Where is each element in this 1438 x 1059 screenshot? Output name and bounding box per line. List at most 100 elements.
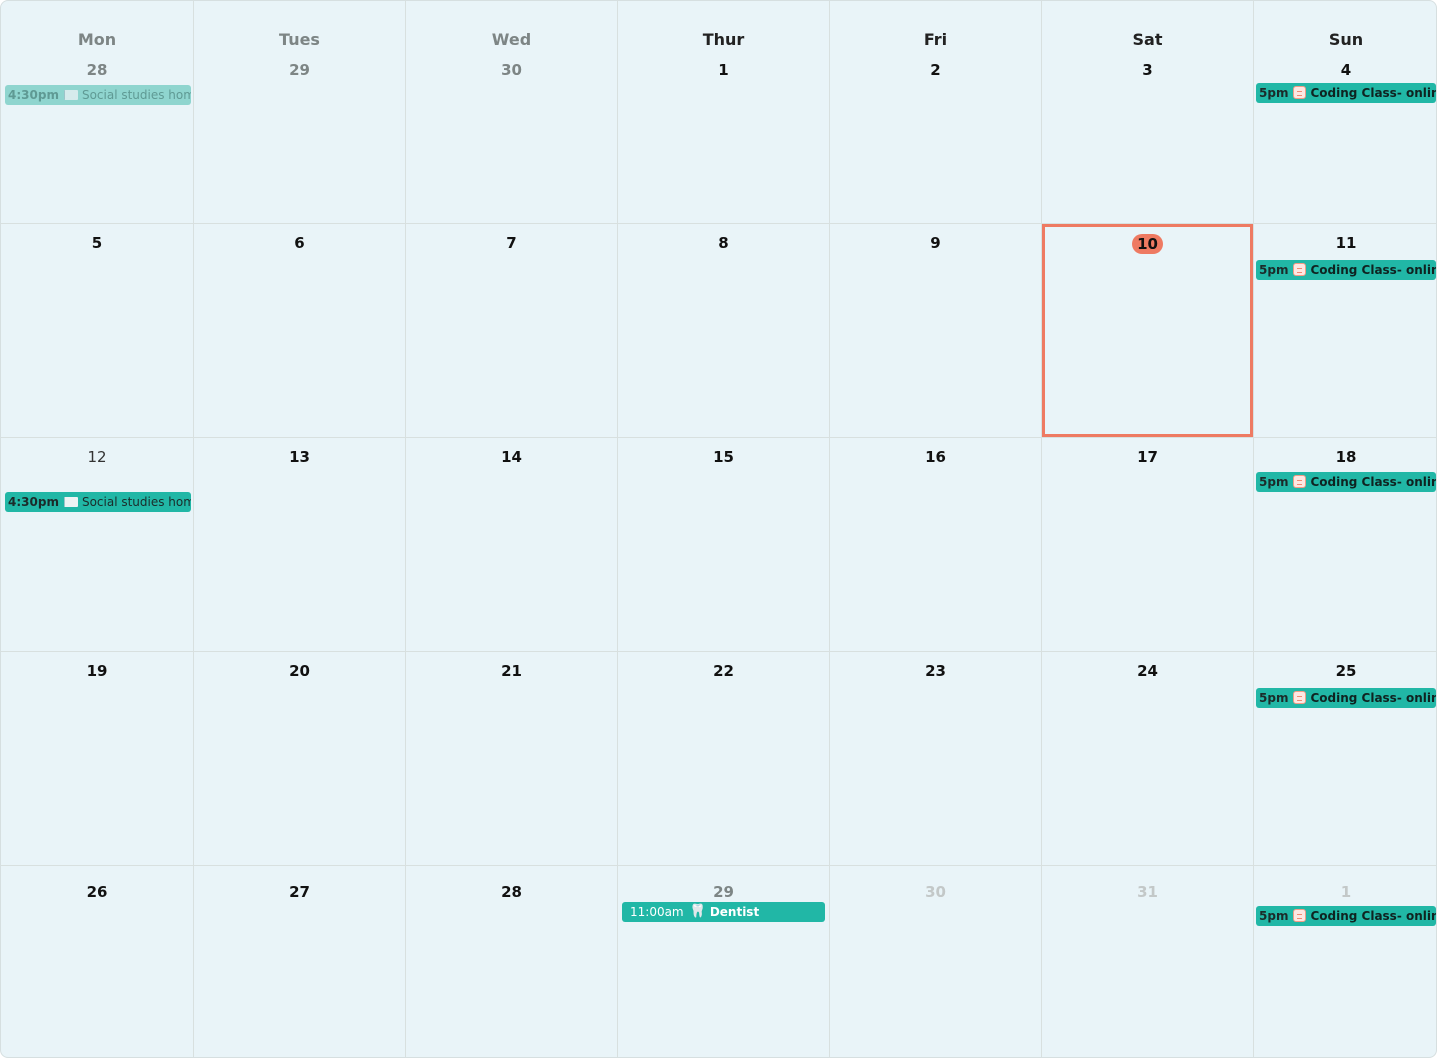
planner-icon [1293, 691, 1307, 704]
planner-icon [1293, 263, 1307, 276]
day-cell[interactable]: Fri 2 [830, 1, 1042, 224]
day-number: 5 [91, 234, 103, 252]
day-cell[interactable]: 30 [830, 866, 1042, 1057]
day-cell[interactable]: 23 [830, 652, 1042, 866]
day-number: 20 [289, 662, 310, 680]
event-time: 5pm [1259, 475, 1289, 489]
calendar-event[interactable]: 5pm Coding Class- online [1256, 472, 1436, 492]
day-cell[interactable]: Sat 3 [1042, 1, 1254, 224]
event-time: 11:00am [630, 905, 684, 919]
day-number: 21 [501, 662, 522, 680]
event-title: Dentist [709, 905, 760, 919]
event-time: 5pm [1259, 86, 1289, 100]
weekday-header: Mon [77, 30, 117, 49]
day-cell[interactable]: 8 [618, 224, 830, 438]
day-number: 24 [1137, 662, 1158, 680]
day-cell[interactable]: 22 [618, 652, 830, 866]
calendar-event[interactable]: 4:30pm Social studies home [5, 85, 191, 105]
day-cell[interactable]: 15 [618, 438, 830, 652]
day-number: 16 [925, 448, 946, 466]
day-cell[interactable]: 16 [830, 438, 1042, 652]
event-time: 4:30pm [8, 495, 59, 509]
day-number: 14 [501, 448, 522, 466]
day-cell[interactable]: 24 [1042, 652, 1254, 866]
day-cell[interactable]: 27 [194, 866, 406, 1057]
day-cell[interactable]: Mon 28 4:30pm Social studies home [1, 1, 194, 224]
day-cell[interactable]: 26 [1, 866, 194, 1057]
event-time: 4:30pm [8, 88, 59, 102]
event-title: Coding Class- online [1310, 86, 1436, 100]
day-number: 29 [713, 883, 734, 901]
day-cell[interactable]: 7 [406, 224, 618, 438]
day-number: 6 [294, 234, 305, 252]
day-cell[interactable]: 1 5pm Coding Class- online [1254, 866, 1436, 1057]
event-title: Coding Class- online [1310, 263, 1436, 277]
weekday-header: Sun [1328, 30, 1364, 49]
calendar-event[interactable]: 5pm Coding Class- online [1256, 688, 1436, 708]
planner-icon [1293, 475, 1307, 488]
event-title: Social studies homev [81, 495, 191, 509]
event-time: 5pm [1259, 909, 1289, 923]
day-cell[interactable]: 14 [406, 438, 618, 652]
day-cell[interactable]: 18 5pm Coding Class- online [1254, 438, 1436, 652]
calendar-event[interactable]: 5pm Coding Class- online [1256, 83, 1436, 103]
day-number: 17 [1137, 448, 1158, 466]
calendar-event[interactable]: 11:00am 🦷 Dentist [622, 902, 825, 922]
day-cell[interactable]: 9 [830, 224, 1042, 438]
day-number: 27 [289, 883, 310, 901]
book-icon [63, 496, 78, 507]
day-number: 25 [1335, 662, 1357, 680]
day-cell[interactable]: Tues 29 [194, 1, 406, 224]
weekday-header: Fri [923, 30, 948, 49]
day-cell[interactable]: Wed 30 [406, 1, 618, 224]
day-number: 10 [1042, 234, 1253, 254]
weekday-header: Wed [491, 30, 532, 49]
day-cell[interactable]: 11 5pm Coding Class- online [1254, 224, 1436, 438]
day-cell[interactable]: 12 4:30pm Social studies homev [1, 438, 194, 652]
weekday-header: Sat [1132, 30, 1163, 49]
month-calendar: Mon 28 4:30pm Social studies home Tues 29 Wed 3… [0, 0, 1437, 1058]
event-title: Coding Class- online [1310, 475, 1436, 489]
day-number: 2 [930, 61, 941, 79]
day-number: 19 [86, 662, 108, 680]
day-number: 28 [86, 61, 108, 79]
day-cell[interactable]: 5 [1, 224, 194, 438]
event-time: 5pm [1259, 691, 1289, 705]
day-cell[interactable]: 25 5pm Coding Class- online [1254, 652, 1436, 866]
day-number: 13 [289, 448, 310, 466]
calendar-event[interactable]: 5pm Coding Class- online [1256, 906, 1436, 926]
calendar-event[interactable]: 5pm Coding Class- online [1256, 260, 1436, 280]
weekday-header: Thur [702, 30, 745, 49]
day-number: 29 [289, 61, 310, 79]
day-number: 18 [1335, 448, 1357, 466]
day-number: 30 [925, 883, 946, 901]
day-number: 9 [930, 234, 941, 252]
day-number: 31 [1137, 883, 1158, 901]
day-cell[interactable]: 6 [194, 224, 406, 438]
day-cell[interactable]: 20 [194, 652, 406, 866]
day-number: 23 [925, 662, 946, 680]
day-cell[interactable]: 13 [194, 438, 406, 652]
day-cell[interactable]: 29 11:00am 🦷 Dentist [618, 866, 830, 1057]
day-number: 30 [501, 61, 522, 79]
day-number: 12 [87, 448, 107, 466]
calendar-event[interactable]: 4:30pm Social studies homev [5, 492, 191, 512]
day-cell[interactable]: Thur 1 [618, 1, 830, 224]
planner-icon [1293, 86, 1307, 99]
day-cell[interactable]: 21 [406, 652, 618, 866]
day-cell[interactable]: 19 [1, 652, 194, 866]
day-cell[interactable]: Sun 4 5pm Coding Class- online [1254, 1, 1436, 224]
day-cell[interactable]: 28 [406, 866, 618, 1057]
event-title: Social studies home [81, 88, 191, 102]
day-cell[interactable]: 10 [1042, 224, 1254, 438]
day-number: 22 [713, 662, 734, 680]
day-number: 1 [1340, 883, 1352, 901]
day-cell[interactable]: 17 [1042, 438, 1254, 652]
tooth-icon: 🦷 [689, 903, 706, 919]
day-number: 3 [1142, 61, 1153, 79]
day-number: 7 [506, 234, 517, 252]
day-number: 11 [1335, 234, 1357, 252]
planner-icon [1293, 909, 1307, 922]
today-badge: 10 [1132, 234, 1163, 254]
day-cell[interactable]: 31 [1042, 866, 1254, 1057]
